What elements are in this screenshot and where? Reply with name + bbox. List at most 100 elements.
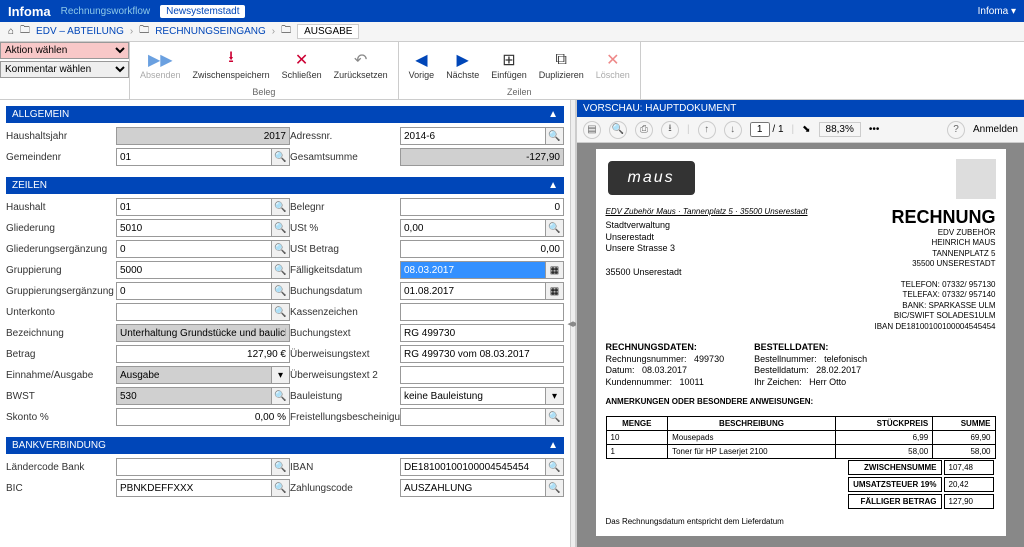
page-down-icon[interactable]: ↓	[724, 121, 742, 139]
reset-button[interactable]: ↶Zurücksetzen	[328, 48, 394, 82]
bauleistung-select[interactable]	[400, 387, 546, 405]
lookup-icon[interactable]: 🔍	[546, 408, 564, 426]
comment-select[interactable]: Kommentar wählen	[0, 61, 129, 78]
faelligkeit-input[interactable]	[400, 261, 546, 279]
more-icon[interactable]: •••	[869, 124, 880, 135]
einnahme-select[interactable]	[116, 366, 272, 384]
zoom-select[interactable]: 88,3%	[819, 122, 861, 137]
home-icon[interactable]: ⌂	[8, 26, 14, 37]
topbar-user-menu[interactable]: Infoma ▾	[978, 6, 1016, 17]
ust-input[interactable]	[400, 219, 546, 237]
label: IBAN	[290, 462, 400, 473]
crumb-current[interactable]: AUSGABE	[297, 24, 359, 39]
belegnr-input[interactable]	[400, 198, 564, 216]
crumb-2[interactable]: RECHNUNGSEINGANG	[155, 26, 266, 37]
calendar-icon[interactable]: ▦	[546, 282, 564, 300]
prev-icon: ◀	[411, 50, 431, 70]
gliederung-input[interactable]	[116, 219, 272, 237]
topbar-system-button[interactable]: Newsystemstadt	[160, 5, 245, 18]
skonto-input[interactable]	[116, 408, 290, 426]
iban-input[interactable]	[400, 458, 546, 476]
label: Zahlungscode	[290, 483, 400, 494]
haushalt-input[interactable]	[116, 198, 272, 216]
buchungstext-input[interactable]	[400, 324, 564, 342]
calendar-icon[interactable]: ▦	[546, 261, 564, 279]
send-button[interactable]: ▶▶Absenden	[134, 48, 187, 82]
adressnr-input[interactable]	[400, 127, 546, 145]
ribbon: Aktion wählen Kommentar wählen ▶▶Absende…	[0, 42, 1024, 100]
section-header-allgemein[interactable]: ALLGEMEIN▲	[6, 106, 564, 123]
lookup-icon[interactable]: 🔍	[272, 198, 290, 216]
lookup-icon[interactable]: 🔍	[272, 261, 290, 279]
insert-button[interactable]: ⊞Einfügen	[485, 48, 533, 82]
label: Kassenzeichen	[290, 307, 400, 318]
section-header-zeilen[interactable]: ZEILEN▲	[6, 177, 564, 194]
save-icon[interactable]: ⭳	[661, 121, 679, 139]
page-up-icon[interactable]: ↑	[698, 121, 716, 139]
unterkonto-input[interactable]	[116, 303, 272, 321]
lookup-icon[interactable]: 🔍	[546, 479, 564, 497]
collapse-icon: ▲	[548, 109, 558, 120]
buchungsdatum-input[interactable]	[400, 282, 546, 300]
lookup-icon[interactable]: 🔍	[272, 148, 290, 166]
label: Bezeichnung	[6, 328, 116, 339]
cursor-icon[interactable]: ⬊	[802, 124, 810, 135]
save-button[interactable]: ⭳Zwischenspeichern	[187, 48, 276, 82]
freistellung-input[interactable]	[400, 408, 546, 426]
section-header-bank[interactable]: BANKVERBINDUNG▲	[6, 437, 564, 454]
prev-button[interactable]: ◀Vorige	[403, 48, 441, 82]
label: Gemeindenr	[6, 152, 116, 163]
label: Gliederungsergänzung	[6, 244, 116, 255]
help-icon[interactable]: ?	[947, 121, 965, 139]
lookup-icon[interactable]: 🔍	[546, 458, 564, 476]
chevron-down-icon[interactable]: ▾	[546, 387, 564, 405]
betrag-input[interactable]	[116, 345, 290, 363]
gliederungserg-input[interactable]	[116, 240, 272, 258]
gruppierung-input[interactable]	[116, 261, 272, 279]
lookup-icon[interactable]: 🔍	[272, 219, 290, 237]
topbar-link-workflow[interactable]: Rechnungsworkflow	[61, 6, 151, 17]
delete-button[interactable]: ✕Löschen	[590, 48, 636, 82]
pdf-viewport[interactable]: maus EDV Zubehör Maus · Tannenplatz 5 · …	[577, 143, 1024, 547]
close-button[interactable]: ✕Schließen	[276, 48, 328, 82]
zahlungscode-input[interactable]	[400, 479, 546, 497]
next-button[interactable]: ▶Nächste	[440, 48, 485, 82]
chevron-down-icon[interactable]: ▾	[272, 366, 290, 384]
label: Haushalt	[6, 202, 116, 213]
close-icon: ✕	[292, 50, 312, 70]
duplicate-button[interactable]: ⧉Duplizieren	[533, 48, 590, 82]
haushaltsjahr-input[interactable]	[116, 127, 290, 145]
login-button[interactable]: Anmelden	[973, 124, 1018, 135]
preview-header: VORSCHAU: HAUPTDOKUMENT	[577, 100, 1024, 117]
ueberweisung-input[interactable]	[400, 345, 564, 363]
lookup-icon[interactable]: 🔍	[272, 282, 290, 300]
laendercode-input[interactable]	[116, 458, 272, 476]
ustbetrag-input[interactable]	[400, 240, 564, 258]
bic-input[interactable]	[116, 479, 272, 497]
label: BIC	[6, 483, 116, 494]
label: Einnahme/Ausgabe	[6, 370, 116, 381]
label: Freistellungsbescheinigung	[290, 412, 400, 423]
bwst-input[interactable]	[116, 387, 272, 405]
lookup-icon[interactable]: 🔍	[272, 240, 290, 258]
print-icon[interactable]: ⎙	[635, 121, 653, 139]
lookup-icon[interactable]: 🔍	[272, 387, 290, 405]
lookup-icon[interactable]: 🔍	[546, 219, 564, 237]
sidebar-toggle-icon[interactable]: ▤	[583, 121, 601, 139]
search-icon[interactable]: 🔍	[609, 121, 627, 139]
invoice-meta-right: BESTELLDATEN: Bestellnummer: telefonisch…	[754, 342, 867, 389]
lookup-icon[interactable]: 🔍	[272, 303, 290, 321]
label: Überweisungstext 2	[290, 370, 400, 381]
gruppierungserg-input[interactable]	[116, 282, 272, 300]
duplicate-icon: ⧉	[551, 50, 571, 70]
action-select[interactable]: Aktion wählen	[0, 42, 129, 59]
page-input[interactable]	[750, 122, 770, 137]
kassenzeichen-input[interactable]	[400, 303, 564, 321]
lookup-icon[interactable]: 🔍	[272, 479, 290, 497]
gemeindenr-input[interactable]	[116, 148, 272, 166]
ueberweisung2-input[interactable]	[400, 366, 564, 384]
label: Gesamtsumme	[290, 152, 400, 163]
lookup-icon[interactable]: 🔍	[546, 127, 564, 145]
lookup-icon[interactable]: 🔍	[272, 458, 290, 476]
crumb-1[interactable]: EDV – ABTEILUNG	[36, 26, 124, 37]
